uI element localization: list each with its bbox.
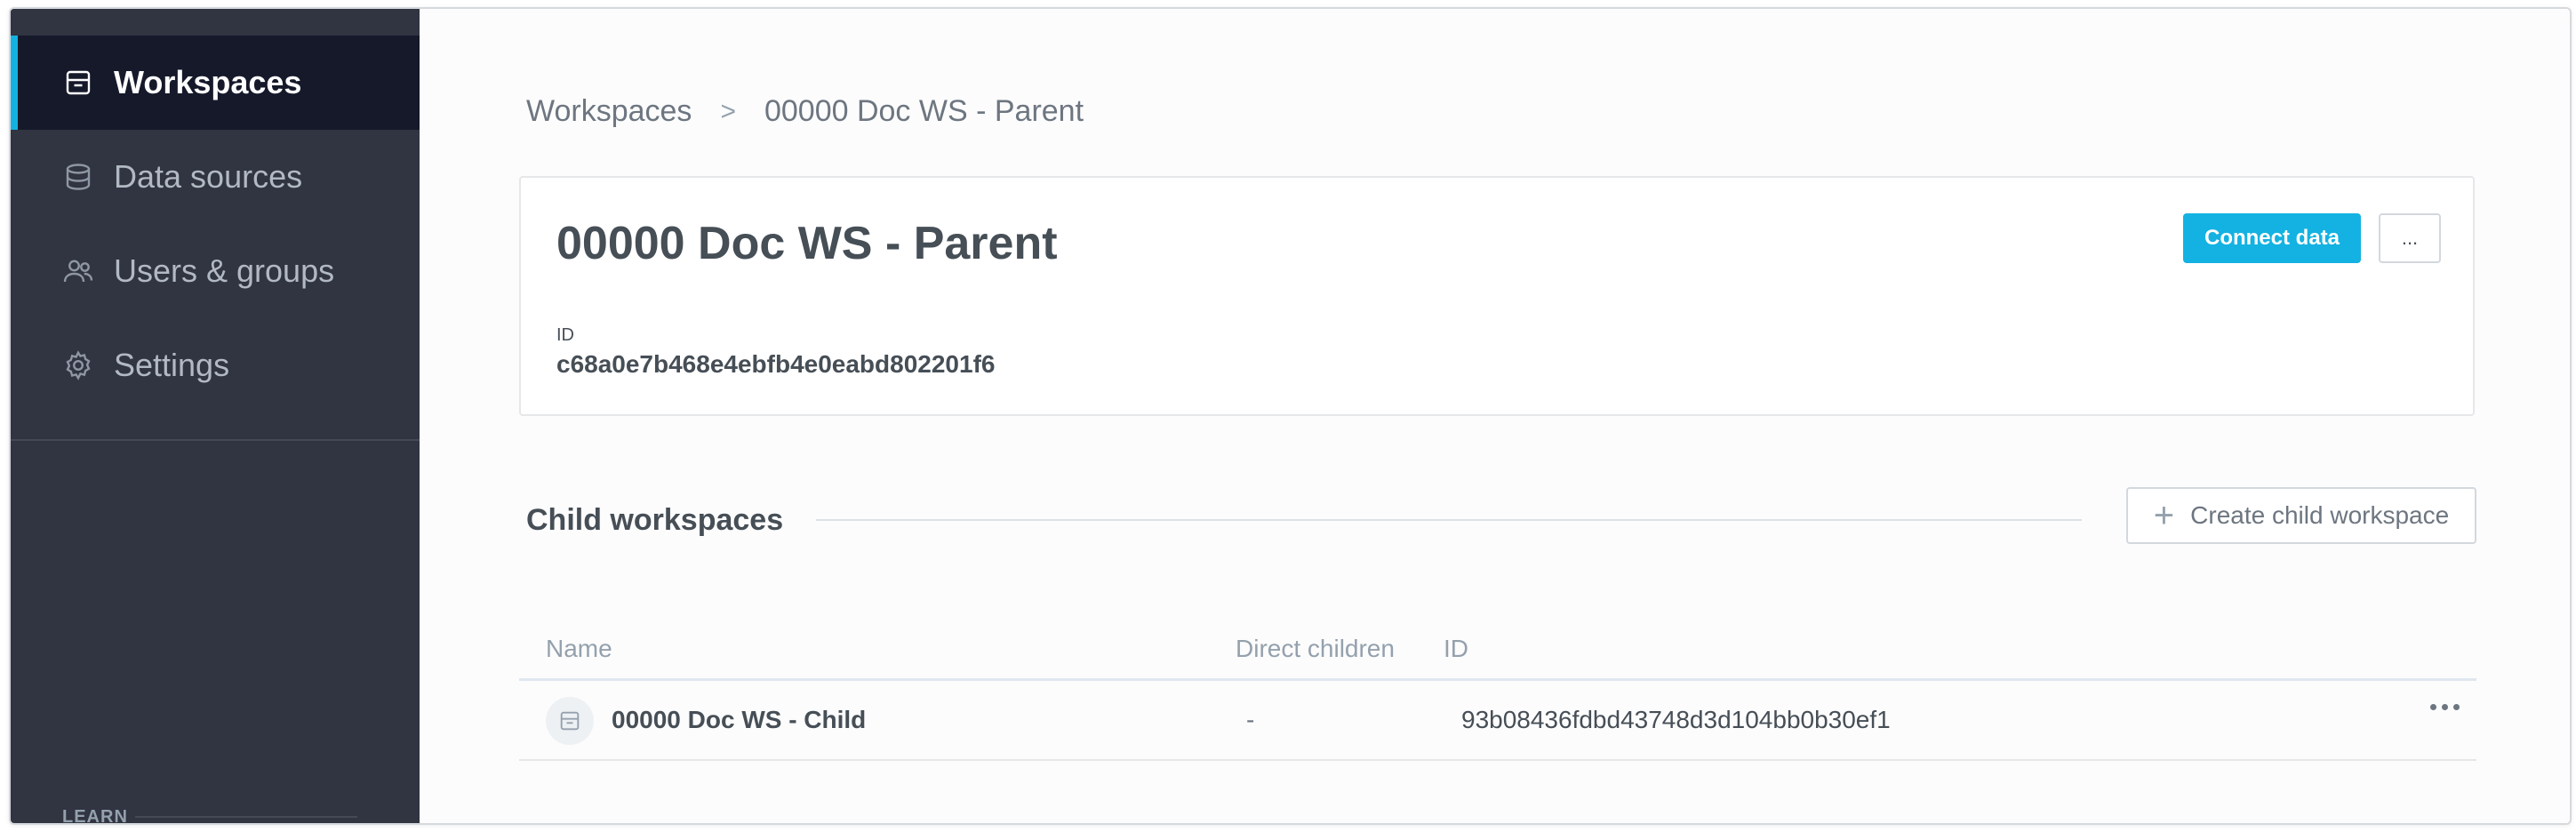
column-header-name[interactable]: Name — [546, 635, 612, 663]
child-workspaces-table: Name Direct children ID 00000 Doc WS - C… — [519, 613, 2476, 761]
section-divider — [816, 519, 2082, 521]
users-icon — [60, 253, 96, 289]
breadcrumb-root[interactable]: Workspaces — [526, 94, 692, 129]
sidebar-item-users-groups[interactable]: Users & groups — [11, 224, 420, 318]
row-direct-children: - — [1246, 706, 1255, 733]
sidebar-item-label: Data sources — [114, 158, 303, 195]
dot — [2442, 704, 2448, 710]
more-options-button[interactable]: ... — [2379, 213, 2441, 263]
table-row[interactable]: 00000 Doc WS - Child - 93b08436fdbd43748… — [519, 681, 2476, 761]
workspace-card: 00000 Doc WS - Parent Connect data ... I… — [519, 176, 2475, 416]
workspace-icon — [60, 65, 96, 100]
row-menu-icon[interactable] — [2430, 704, 2460, 710]
workspace-icon — [546, 697, 594, 745]
sidebar-item-label: Workspaces — [114, 64, 302, 100]
sidebar-item-data-sources[interactable]: Data sources — [11, 130, 420, 224]
main-content: Workspaces > 00000 Doc WS - Parent 00000… — [420, 9, 2570, 823]
row-name[interactable]: 00000 Doc WS - Child — [612, 706, 866, 734]
page-title: 00000 Doc WS - Parent — [556, 218, 1058, 269]
sidebar-item-label: Users & groups — [114, 252, 335, 289]
sidebar-item-label: Settings — [114, 347, 230, 383]
child-workspaces-heading: Child workspaces — [526, 503, 784, 537]
breadcrumb-current: 00000 Doc WS - Parent — [764, 94, 1084, 128]
gear-icon — [60, 348, 96, 383]
app-window: Workspaces Data sources Users & groups S… — [9, 7, 2572, 825]
sidebar: Workspaces Data sources Users & groups S… — [11, 9, 420, 823]
id-label: ID — [556, 325, 574, 345]
plus-icon: + — [2153, 496, 2175, 535]
dot — [2430, 704, 2436, 710]
sidebar-item-settings[interactable]: Settings — [11, 318, 420, 412]
column-header-direct-children[interactable]: Direct children — [1236, 635, 1395, 663]
learn-divider — [135, 816, 357, 818]
table-header: Name Direct children ID — [519, 613, 2476, 681]
sidebar-top — [11, 9, 420, 36]
connect-data-button[interactable]: Connect data — [2183, 213, 2361, 263]
sidebar-item-workspaces[interactable]: Workspaces — [11, 36, 420, 130]
chevron-right-icon: > — [720, 96, 736, 126]
create-child-workspace-label: Create child workspace — [2190, 501, 2450, 529]
learn-heading: LEARN — [62, 807, 128, 825]
row-id: 93b08436fdbd43748d3d104bb0b30ef1 — [1461, 706, 1891, 733]
create-child-workspace-button[interactable]: + Create child workspace — [2126, 487, 2476, 544]
sidebar-divider — [11, 439, 420, 441]
dot — [2453, 704, 2460, 710]
column-header-id[interactable]: ID — [1444, 635, 1468, 663]
breadcrumb: Workspaces > 00000 Doc WS - Parent — [526, 94, 1084, 129]
database-icon — [60, 159, 96, 195]
workspace-id-value: c68a0e7b468e4ebfb4e0eabd802201f6 — [556, 350, 996, 378]
